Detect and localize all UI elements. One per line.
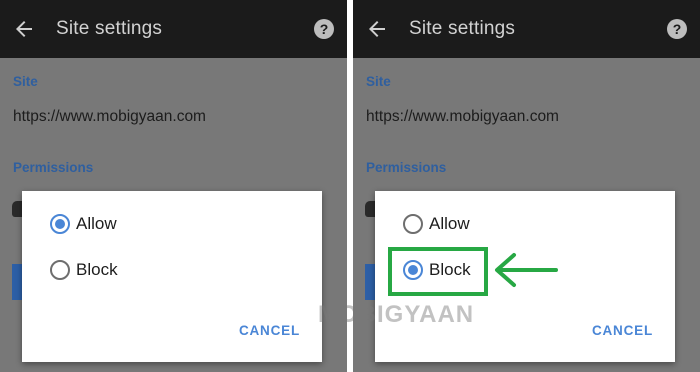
back-arrow-icon[interactable] bbox=[365, 17, 389, 41]
watermark: MOBIGYAAN bbox=[318, 301, 475, 328]
screen-left: Site settings ? Site https://www.mobigya… bbox=[0, 0, 347, 372]
app-bar: Site settings ? bbox=[0, 0, 347, 58]
site-section-label: Site bbox=[366, 74, 391, 89]
app-bar: Site settings ? bbox=[353, 0, 700, 58]
bell-icon bbox=[365, 201, 375, 217]
page-title: Site settings bbox=[56, 18, 163, 39]
permissions-section-label: Permissions bbox=[366, 160, 447, 175]
back-arrow-icon[interactable] bbox=[12, 17, 36, 41]
site-url: https://www.mobigyaan.com bbox=[366, 108, 559, 125]
site-section-label: Site bbox=[13, 74, 38, 89]
allow-label: Allow bbox=[76, 214, 117, 233]
allow-option[interactable]: Allow bbox=[403, 211, 470, 237]
allow-radio[interactable] bbox=[403, 214, 423, 234]
page-title: Site settings bbox=[409, 18, 516, 39]
highlight-box bbox=[388, 247, 488, 296]
allow-label: Allow bbox=[429, 214, 470, 233]
permission-dialog: Allow Block CANCEL bbox=[22, 191, 322, 362]
help-icon[interactable]: ? bbox=[313, 18, 335, 40]
allow-radio[interactable] bbox=[50, 214, 70, 234]
block-radio[interactable] bbox=[50, 260, 70, 280]
cancel-button[interactable]: CANCEL bbox=[239, 323, 300, 338]
block-option[interactable]: Block bbox=[50, 257, 118, 283]
hidden-button-edge bbox=[365, 264, 375, 300]
help-icon[interactable]: ? bbox=[666, 18, 688, 40]
cancel-button[interactable]: CANCEL bbox=[592, 323, 653, 338]
allow-option[interactable]: Allow bbox=[50, 211, 117, 237]
site-url: https://www.mobigyaan.com bbox=[13, 108, 206, 125]
arrow-left-icon bbox=[495, 253, 558, 287]
hidden-button-edge bbox=[12, 264, 22, 300]
block-label: Block bbox=[76, 260, 118, 279]
bell-icon bbox=[12, 201, 22, 217]
permissions-section-label: Permissions bbox=[13, 160, 94, 175]
svg-text:?: ? bbox=[673, 21, 682, 37]
svg-text:?: ? bbox=[320, 21, 329, 37]
